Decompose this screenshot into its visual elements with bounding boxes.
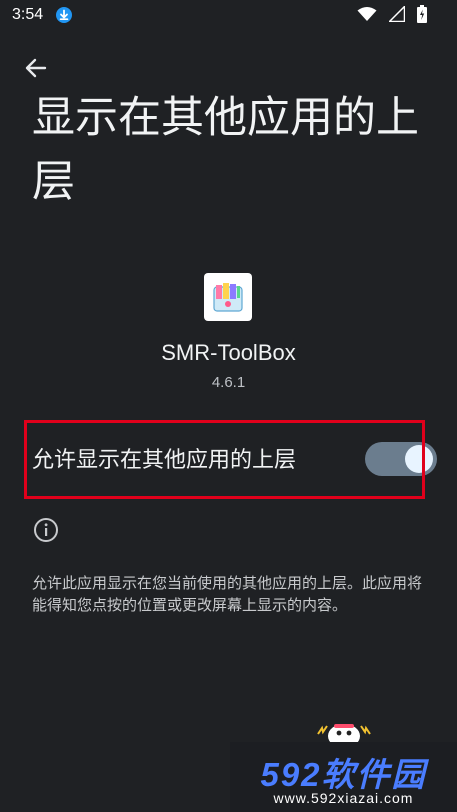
download-icon [56,7,72,23]
back-arrow-icon [25,58,47,78]
app-name: SMR-ToolBox [161,340,296,365]
wifi-icon [357,6,377,26]
status-bar: 3:54 [0,0,457,32]
watermark-logo: 592软件园 [260,756,427,793]
signal-icon [387,4,406,26]
app-icon [204,273,252,321]
watermark-url: www.592xiazai.com [273,790,414,806]
watermark: 592软件园 www.592xiazai.com [230,742,457,812]
status-time: 3:54 [12,6,44,23]
app-version: 4.6.1 [211,374,246,391]
mascot-image [314,716,374,748]
battery-icon [417,5,427,27]
highlight-box [24,420,425,499]
info-icon [33,517,59,543]
back-button[interactable] [20,52,52,84]
page-title: 显示在其他应用的上层 [32,93,419,207]
permission-description: 允许此应用显示在您当前使用的其他应用的上层。此应用将能得知您点按的位置或更改屏幕… [32,574,423,614]
